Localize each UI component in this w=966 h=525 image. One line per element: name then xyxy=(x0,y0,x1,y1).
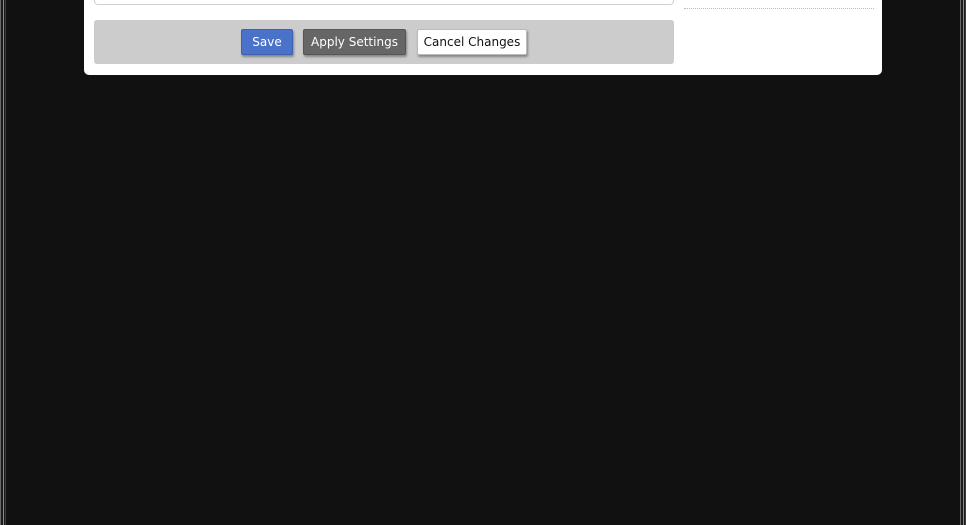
cancel-changes-button[interactable]: Cancel Changes xyxy=(417,29,527,55)
sidebar-divider xyxy=(684,8,874,9)
apply-settings-button[interactable]: Apply Settings xyxy=(303,29,406,55)
save-button[interactable]: Save xyxy=(241,29,293,55)
window-border-left xyxy=(0,0,6,525)
action-bar: Save Apply Settings Cancel Changes xyxy=(94,20,674,64)
settings-panel: Save Apply Settings Cancel Changes xyxy=(84,0,882,75)
settings-field-box[interactable] xyxy=(94,0,674,5)
window-border-right xyxy=(960,0,966,525)
window-frame: Save Apply Settings Cancel Changes xyxy=(0,0,966,525)
